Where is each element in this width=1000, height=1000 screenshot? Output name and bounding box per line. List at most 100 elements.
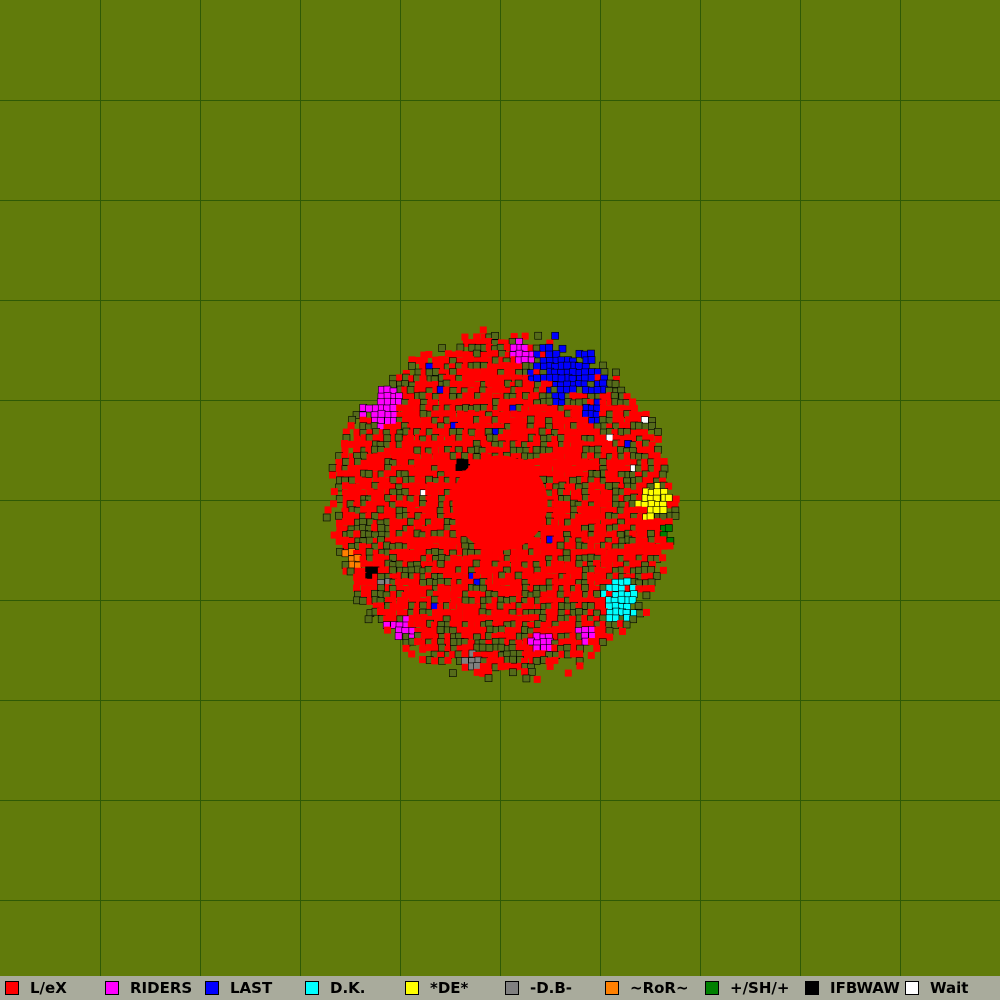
territory-tile xyxy=(396,536,404,544)
territory-tile xyxy=(569,470,577,478)
territory-tile xyxy=(491,584,499,592)
territory-tile xyxy=(552,459,560,467)
territory-tile xyxy=(594,445,602,454)
territory-tile xyxy=(641,422,650,431)
territory-tile xyxy=(660,458,668,466)
territory-tile xyxy=(617,440,625,448)
territory-tile xyxy=(467,446,475,455)
legend-swatch-db xyxy=(505,981,519,995)
territory-tile xyxy=(430,602,439,611)
territory-tile xyxy=(599,404,607,412)
territory-tile xyxy=(347,489,355,497)
territory-tile xyxy=(497,643,506,652)
legend-swatch-riders xyxy=(105,981,119,995)
territory-tile xyxy=(630,404,638,412)
legend-label-ifbwaw: IFBWAW xyxy=(830,979,900,997)
territory-tile xyxy=(377,608,385,616)
territory-tile xyxy=(444,656,452,664)
territory-tile xyxy=(389,524,397,532)
territory-tile xyxy=(324,506,332,514)
territory-tile xyxy=(654,518,662,526)
territory-tile xyxy=(485,380,493,388)
territory-tile xyxy=(642,591,651,600)
territory-tile xyxy=(556,541,565,550)
territory-tile xyxy=(551,518,559,526)
territory-tile xyxy=(587,374,596,382)
territory-tile xyxy=(413,440,421,448)
territory-tile xyxy=(455,590,463,598)
territory-tile xyxy=(437,518,445,526)
territory-tile xyxy=(545,343,554,352)
territory-tile xyxy=(635,506,643,514)
territory-tile xyxy=(407,542,415,550)
territory-tile xyxy=(406,386,415,394)
territory-tile xyxy=(600,368,609,376)
territory-map-canvas[interactable] xyxy=(0,0,1000,976)
territory-tile xyxy=(659,554,667,562)
territory-tile xyxy=(587,572,595,580)
territory-tile xyxy=(664,493,673,502)
territory-tile xyxy=(522,674,531,683)
territory-tile xyxy=(347,518,355,526)
territory-tile xyxy=(335,458,343,466)
territory-tile xyxy=(455,608,463,616)
legend-swatch-de xyxy=(405,981,419,995)
territory-tile xyxy=(551,452,559,460)
territory-tile xyxy=(496,601,505,610)
territory-tile xyxy=(581,584,589,592)
territory-tile xyxy=(641,464,649,472)
territory-map[interactable] xyxy=(0,0,1000,976)
territory-tile xyxy=(413,584,421,592)
territory-tile xyxy=(425,644,433,652)
territory-tile xyxy=(377,524,386,532)
territory-tile xyxy=(449,602,457,610)
territory-tile xyxy=(575,584,583,592)
territory-tile xyxy=(438,344,446,352)
territory-tile xyxy=(408,650,416,658)
territory-tile xyxy=(467,428,476,437)
territory-tile xyxy=(460,452,469,460)
territory-tile xyxy=(606,633,614,641)
legend-label-sh: +/SH/+ xyxy=(730,979,790,997)
territory-tile xyxy=(335,537,343,545)
territory-tile xyxy=(635,421,643,430)
territory-tile xyxy=(455,434,464,442)
territory-tile xyxy=(426,554,434,562)
territory-tile xyxy=(539,627,547,635)
legend-item-lex: L/eX xyxy=(0,976,100,1000)
territory-tile xyxy=(521,668,529,676)
territory-tile xyxy=(654,435,662,443)
territory-tile xyxy=(593,482,601,490)
territory-tile xyxy=(353,428,361,436)
territory-tile xyxy=(563,361,572,370)
territory-tile xyxy=(472,349,481,358)
territory-tile xyxy=(653,452,661,460)
territory-tile xyxy=(545,350,553,359)
territory-tile xyxy=(341,549,350,558)
territory-tile xyxy=(504,614,512,622)
territory-tile xyxy=(569,524,577,532)
territory-tile xyxy=(396,554,404,562)
territory-tile xyxy=(629,398,637,406)
territory-tile xyxy=(366,488,374,496)
territory-tile xyxy=(443,386,451,394)
territory-tile xyxy=(557,626,565,634)
territory-tile xyxy=(671,512,680,520)
legend-item-de: *DE* xyxy=(400,976,500,1000)
legend-label-last: LAST xyxy=(230,979,273,997)
territory-tile xyxy=(396,458,404,466)
territory-tile xyxy=(491,331,499,340)
territory-tile xyxy=(394,542,403,551)
territory-tile xyxy=(444,470,452,478)
territory-tile xyxy=(587,349,595,358)
territory-tile xyxy=(347,422,355,430)
territory-tile xyxy=(420,417,428,425)
territory-tile xyxy=(436,560,445,568)
territory-tile xyxy=(570,422,578,430)
territory-tile xyxy=(539,584,548,593)
territory-tile xyxy=(353,584,361,592)
territory-tile xyxy=(636,609,644,618)
territory-tile xyxy=(545,397,554,406)
territory-tile xyxy=(347,465,355,473)
territory-tile xyxy=(448,393,457,401)
